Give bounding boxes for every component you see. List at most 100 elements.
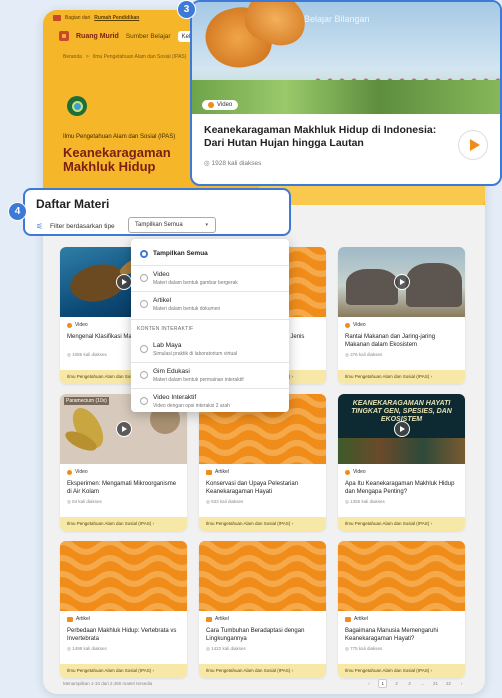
article-icon: [206, 469, 212, 475]
page-number[interactable]: 21: [432, 681, 439, 686]
option-label: Lab Maya: [153, 342, 182, 349]
video-dot-icon: [345, 322, 350, 328]
card-body: Video Eksperimen: Mengamati Mikroorganism…: [60, 464, 187, 513]
flag-icon: [53, 15, 61, 21]
radio[interactable]: [140, 274, 148, 282]
option-tampilkan-semua[interactable]: Tampilkan Semua: [131, 247, 289, 261]
card-body: Artikel Konservasi dan Upaya Pelestarian …: [199, 464, 326, 513]
page-number[interactable]: ...: [419, 681, 426, 686]
card-views: ◎ 533 kali diakses: [206, 499, 244, 504]
page-number[interactable]: 2: [393, 681, 400, 686]
material-card[interactable]: Artikel Bagaimana Manusia Memengaruhi Kea…: [338, 541, 465, 678]
material-card[interactable]: Artikel Perbedaan Makhluk Hidup: Vertebra…: [60, 541, 187, 678]
article-thumbnail: [338, 541, 465, 611]
daftar-materi-title: Daftar Materi: [36, 197, 110, 211]
option-gim-edukasi[interactable]: Gim Edukasi Materi dalam bentuk permaina…: [131, 363, 289, 387]
select-value: Tampilkan Semua: [135, 222, 183, 228]
card-title[interactable]: Apa Itu Keanekaragaman Makhluk Hidup dan…: [345, 480, 458, 496]
card-subject-link[interactable]: Ilmu Pengetahuan Alam dan Sosial (IPAS) …: [338, 370, 465, 384]
card-title[interactable]: Bagaimana Manusia Memengaruhi Keanekarag…: [345, 627, 458, 643]
option-label: Gim Edukasi: [153, 368, 190, 375]
card-title[interactable]: Konservasi dan Upaya Pelestarian Keaneka…: [206, 480, 319, 496]
play-icon[interactable]: [115, 421, 132, 437]
logo-text[interactable]: Ruang Murid: [76, 33, 119, 40]
logo-icon: [59, 31, 69, 41]
material-card[interactable]: Paramecium (10x) Video Eksperimen: Mengama…: [60, 394, 187, 531]
option-desc: Simulasi praktik di laboratorium virtual: [153, 351, 238, 357]
card-subject-link[interactable]: Ilmu Pengetahuan Alam dan Sosial (IPAS) …: [199, 664, 326, 678]
option-label: Video Interaktif: [153, 394, 197, 401]
popup-title[interactable]: Keanekaragaman Makhluk Hidup di Indonesi…: [204, 124, 444, 150]
filter-icon: ⚟: [36, 222, 44, 231]
card-title[interactable]: Eksperimen: Mengamati Mikroorganisme di …: [67, 480, 180, 496]
card-subject-link[interactable]: Ilmu Pengetahuan Alam dan Sosial (IPAS) …: [60, 517, 187, 531]
option-lab-maya[interactable]: Lab Maya Simulasi praktik di laboratoriu…: [131, 337, 289, 361]
card-body: Artikel Perbedaan Makhluk Hidup: Vertebra…: [60, 611, 187, 660]
step-badge-4: 4: [8, 202, 27, 221]
option-video-interaktif[interactable]: Video Interaktif Video dengan opsi inter…: [131, 389, 289, 413]
popup-views: ◎ 1928 kali diakses: [204, 160, 262, 167]
article-icon: [206, 616, 212, 622]
elephant-shape: [406, 263, 462, 307]
material-card[interactable]: Video Rantai Makanan dan Jaring-jaring Ma…: [338, 247, 465, 384]
card-views: ◎ 775 kali diakses: [345, 646, 383, 651]
video-dot-icon: [67, 469, 72, 475]
breadcrumb: Beranda > Ilmu Pengetahuan Alam dan Sosi…: [63, 54, 186, 60]
option-video[interactable]: Video Materi dalam bentuk gambar bergera…: [131, 266, 289, 290]
card-title[interactable]: Perbedaan Makhluk Hidup: Vertebrata vs I…: [67, 627, 180, 643]
section-header: KONTEN INTERAKTIF: [137, 326, 194, 332]
type-label: Video: [353, 469, 366, 475]
breadcrumb-home[interactable]: Beranda: [63, 54, 82, 60]
card-views: ◎ 1498 kali diakses: [67, 646, 107, 651]
type-tag: Artikel: [67, 616, 180, 622]
radio[interactable]: [140, 371, 148, 379]
material-card[interactable]: KEANEKARAGAMAN HAYATI TINGKAT GEN, SPESI…: [338, 394, 465, 531]
card-subject-link[interactable]: Ilmu Pengetahuan Alam dan Sosial (IPAS) …: [199, 517, 326, 531]
play-icon[interactable]: [458, 130, 488, 160]
wave-pattern: [338, 541, 465, 611]
play-icon[interactable]: [393, 274, 410, 290]
play-icon[interactable]: [115, 274, 132, 290]
type-label: Video: [353, 322, 366, 328]
radio[interactable]: [140, 300, 148, 308]
article-thumbnail: [60, 541, 187, 611]
featured-video-popup[interactable]: Belajar Bilangan Video Keanekaragaman Ma…: [190, 0, 502, 186]
option-desc: Materi dalam bentuk dokumen: [153, 306, 221, 312]
card-subject-link[interactable]: Ilmu Pengetahuan Alam dan Sosial (IPAS) …: [60, 664, 187, 678]
play-icon[interactable]: [393, 421, 410, 437]
option-desc: Video dengan opsi interaksi 2 arah: [153, 403, 230, 409]
card-subject-link[interactable]: Ilmu Pengetahuan Alam dan Sosial (IPAS) …: [338, 664, 465, 678]
type-filter-select[interactable]: Tampilkan Semua ▾: [128, 217, 216, 233]
type-label: Artikel: [76, 616, 90, 622]
rumah-pendidikan-link[interactable]: Rumah Pendidikan: [94, 15, 139, 21]
filter-label: Filter berdasarkan tipe: [50, 223, 115, 230]
page-number[interactable]: 1: [378, 679, 387, 688]
article-thumbnail: [199, 541, 326, 611]
page-number[interactable]: 3: [406, 681, 413, 686]
card-body: Artikel Cara Tumbuhan Beradaptasi dengan …: [199, 611, 326, 660]
card-views: ◎ 84 kali diakses: [67, 499, 102, 504]
video-chip-label: Video: [217, 102, 233, 108]
radio[interactable]: [140, 397, 148, 405]
card-title[interactable]: Rantai Makanan dan Jaring-jaring Makanan…: [345, 333, 458, 349]
card-views: ◎ 376 kali diakses: [345, 352, 383, 357]
card-subject-link[interactable]: Ilmu Pengetahuan Alam dan Sosial (IPAS) …: [338, 517, 465, 531]
radio[interactable]: [140, 345, 148, 353]
material-card[interactable]: Artikel Cara Tumbuhan Beradaptasi dengan …: [199, 541, 326, 678]
meadow: [192, 80, 500, 114]
radio-selected[interactable]: [140, 250, 148, 258]
prev-page-icon[interactable]: ‹: [365, 681, 372, 686]
option-artikel[interactable]: Artikel Materi dalam bentuk dokumen: [131, 292, 289, 316]
material-card[interactable]: Artikel Konservasi dan Upaya Pelestarian …: [199, 394, 326, 531]
article-icon: [345, 616, 351, 622]
nav-sumber-belajar[interactable]: Sumber Belajar: [126, 33, 171, 40]
page-number[interactable]: 22: [445, 681, 452, 686]
type-tag: Video: [345, 469, 458, 475]
result-summary: Menampilkan 1-10 dari 2.450 materi terse…: [63, 681, 153, 686]
option-desc: Materi dalam bentuk permainan interaktif: [153, 377, 244, 383]
card-title[interactable]: Cara Tumbuhan Beradaptasi dengan Lingkun…: [206, 627, 319, 643]
pagination-footer: Menampilkan 1-10 dari 2.450 materi terse…: [63, 679, 465, 688]
next-page-icon[interactable]: ›: [458, 681, 465, 686]
video-thumbnail: [338, 247, 465, 317]
daftar-materi-header: Daftar Materi ⚟ Filter berdasarkan tipe …: [23, 188, 291, 236]
